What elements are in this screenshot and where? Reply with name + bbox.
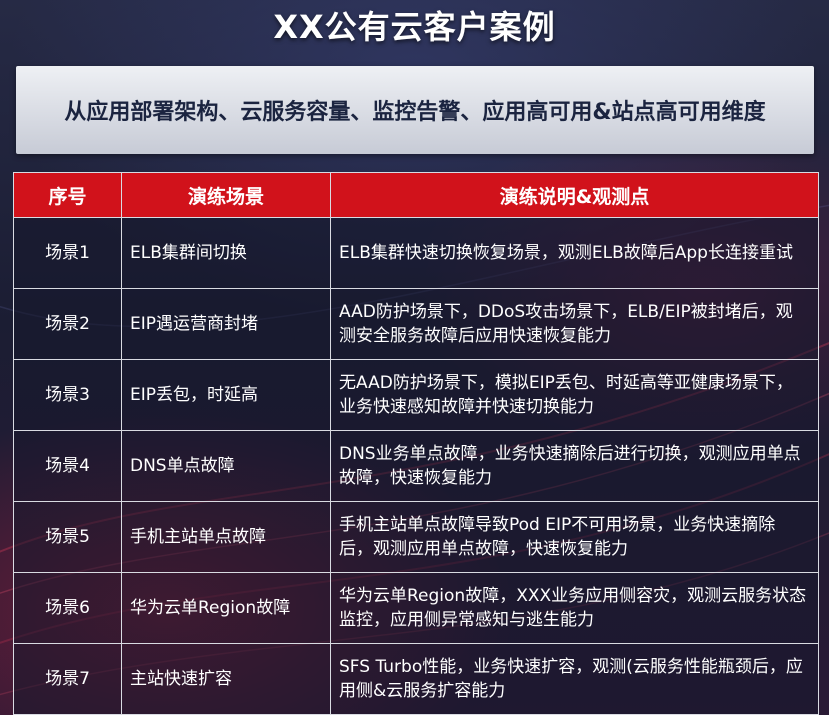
subtitle-text: 从应用部署架构、云服务容量、监控告警、应用高可用&站点高可用维度: [64, 100, 766, 125]
table-row: 场景5 手机主站单点故障 手机主站单点故障导致Pod EIP不可用场景，业务快速…: [13, 501, 819, 573]
row-scene: DNS单点故障: [121, 430, 331, 502]
row-description: AAD防护场景下，DDoS攻击场景下，ELB/EIP被封堵后，观测安全服务故障后…: [330, 288, 819, 360]
header-scene: 演练场景: [121, 172, 331, 218]
table-row: 场景6 华为云单Region故障 华为云单Region故障，XXX业务应用侧容灾…: [13, 572, 819, 644]
row-id: 场景2: [13, 288, 122, 360]
row-id: 场景3: [13, 359, 122, 431]
row-scene: EIP遇运营商封堵: [121, 288, 331, 360]
row-scene: EIP丢包，时延高: [121, 359, 331, 431]
row-description: SFS Turbo性能，业务快速扩容，观测(云服务性能瓶颈后，应用侧&云服务扩容…: [330, 643, 819, 715]
row-id: 场景5: [13, 501, 122, 573]
row-description: ELB集群快速切换恢复场景，观测ELB故障后App长连接重试: [330, 217, 819, 289]
subtitle-banner: 从应用部署架构、云服务容量、监控告警、应用高可用&站点高可用维度: [16, 66, 814, 154]
row-description: 华为云单Region故障，XXX业务应用侧容灾，观测云服务状态监控，应用侧异常感…: [330, 572, 819, 644]
row-description: 手机主站单点故障导致Pod EIP不可用场景，业务快速摘除后，观测应用单点故障，…: [330, 501, 819, 573]
scenario-table: 序号 演练场景 演练说明&观测点 场景1 ELB集群间切换 ELB集群快速切换恢…: [13, 172, 819, 715]
table-row: 场景7 主站快速扩容 SFS Turbo性能，业务快速扩容，观测(云服务性能瓶颈…: [13, 643, 819, 715]
row-id: 场景7: [13, 643, 122, 715]
row-id: 场景4: [13, 430, 122, 502]
row-description: DNS业务单点故障，业务快速摘除后进行切换，观测应用单点故障，快速恢复能力: [330, 430, 819, 502]
header-index: 序号: [13, 172, 122, 218]
table-row: 场景2 EIP遇运营商封堵 AAD防护场景下，DDoS攻击场景下，ELB/EIP…: [13, 288, 819, 360]
row-scene: 手机主站单点故障: [121, 501, 331, 573]
table-row: 场景3 EIP丢包，时延高 无AAD防护场景下，模拟EIP丢包、时延高等亚健康场…: [13, 359, 819, 431]
header-description: 演练说明&观测点: [330, 172, 819, 218]
page-title: XX公有云客户案例: [273, 8, 556, 46]
row-scene: ELB集群间切换: [121, 217, 331, 289]
table-header-row: 序号 演练场景 演练说明&观测点: [13, 172, 819, 218]
row-id: 场景6: [13, 572, 122, 644]
row-scene: 主站快速扩容: [121, 643, 331, 715]
table-row: 场景4 DNS单点故障 DNS业务单点故障，业务快速摘除后进行切换，观测应用单点…: [13, 430, 819, 502]
row-description: 无AAD防护场景下，模拟EIP丢包、时延高等亚健康场景下，业务快速感知故障并快速…: [330, 359, 819, 431]
row-id: 场景1: [13, 217, 122, 289]
row-scene: 华为云单Region故障: [121, 572, 331, 644]
table-row: 场景1 ELB集群间切换 ELB集群快速切换恢复场景，观测ELB故障后App长连…: [13, 217, 819, 289]
